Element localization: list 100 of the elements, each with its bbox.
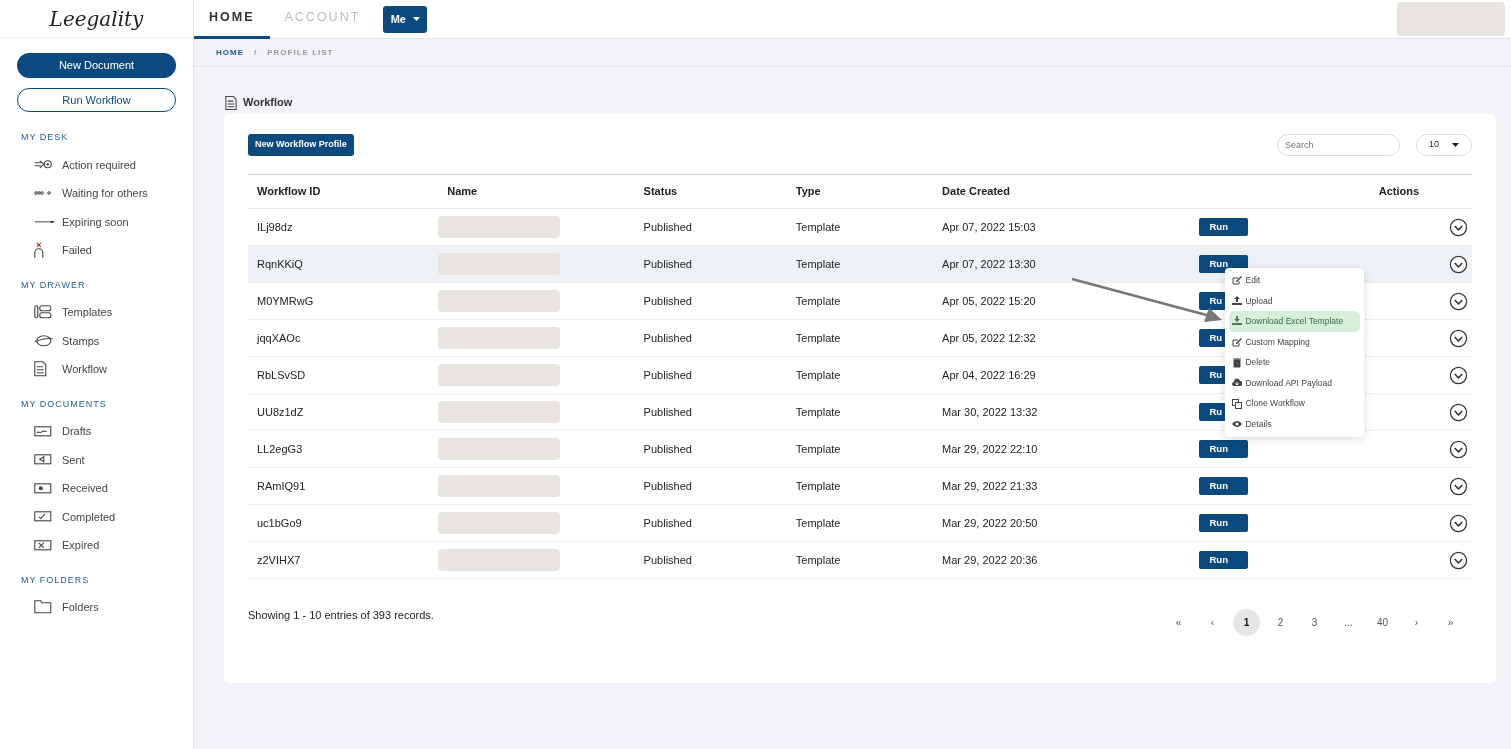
nav-tab[interactable]: HOME: [194, 0, 270, 39]
table-cell: Published: [634, 393, 787, 431]
table-cell: jqqXAOc: [248, 319, 426, 357]
caret-icon: [412, 16, 420, 22]
table-cell: uc1bGo9: [248, 504, 426, 542]
page-link[interactable]: 3: [1301, 609, 1328, 636]
person-cross-icon: [34, 241, 44, 259]
table-cell: LL2egG3: [248, 430, 426, 468]
table-cell: UU8z1dZ: [248, 393, 426, 431]
sidebar-item-label[interactable]: Action required: [62, 156, 136, 173]
table-cell: Template: [786, 430, 934, 468]
new-workflow-profile-button[interactable]: New Workflow Profile: [248, 134, 354, 156]
trash-icon: [1232, 357, 1243, 368]
section-heading: MY DESK: [21, 131, 70, 144]
eye-icon: [1232, 419, 1243, 430]
page-size-select[interactable]: 10: [1416, 134, 1472, 156]
folder-icon: [34, 600, 52, 615]
table-cell: Published: [634, 245, 787, 283]
page-title: Workflow: [243, 95, 293, 111]
run-button[interactable]: Run: [1199, 477, 1249, 496]
dots-icon: [34, 191, 51, 196]
column-header: Actions: [1345, 174, 1472, 209]
page-link[interactable]: ›: [1403, 609, 1430, 636]
chevron-down-icon[interactable]: [1448, 513, 1468, 533]
run-button[interactable]: Run: [1199, 551, 1249, 570]
breadcrumb-current: PROFILE LIST: [267, 46, 334, 59]
table-cell: RbLSvSD: [248, 356, 426, 394]
table-cell: RqnKKiQ: [248, 245, 426, 283]
table-cell: Published: [634, 430, 787, 468]
table-cell: Template: [786, 393, 934, 431]
download-icon: [1232, 316, 1243, 327]
column-header: Name: [425, 174, 635, 209]
chevron-down-icon[interactable]: [1448, 291, 1468, 311]
sidebar-item-label[interactable]: Completed: [62, 508, 116, 525]
page-link[interactable]: ...: [1335, 609, 1362, 636]
page-link[interactable]: »: [1437, 609, 1464, 636]
menu-item[interactable]: Download Excel Template: [1229, 311, 1361, 332]
table-cell: Mar 29, 2022 20:50: [933, 504, 1191, 542]
sidebar-item-label[interactable]: Received: [62, 480, 108, 497]
envelope-icon: [34, 511, 52, 523]
table-cell: Template: [786, 208, 934, 246]
table-cell: Template: [786, 467, 934, 505]
run-button[interactable]: Run: [1199, 255, 1249, 274]
table-cell: Template: [786, 282, 934, 320]
page-link[interactable]: 2: [1267, 609, 1294, 636]
page-link[interactable]: ‹: [1199, 609, 1226, 636]
envelope-icon: [34, 425, 52, 437]
table-cell: ILj98dz: [248, 208, 426, 246]
chevron-down-icon[interactable]: [1448, 476, 1468, 496]
column-header: Workflow ID: [248, 174, 426, 209]
chevron-down-icon[interactable]: [1448, 439, 1468, 459]
chevron-down-icon[interactable]: [1448, 365, 1468, 385]
section-heading: MY DOCUMENTS: [21, 397, 108, 411]
table-cell: Template: [786, 356, 934, 394]
line-icon: [34, 220, 55, 223]
breadcrumb-link[interactable]: HOME: [216, 46, 244, 59]
chevron-down-icon[interactable]: [1448, 217, 1468, 237]
sidebar-item-label[interactable]: Expiring soon: [62, 213, 129, 230]
sidebar-item-label[interactable]: Waiting for others: [62, 185, 148, 202]
sidebar-item-label[interactable]: Workflow: [62, 361, 108, 378]
chevron-down-icon[interactable]: [1448, 402, 1468, 422]
table-cell: Template: [786, 319, 934, 357]
caret-icon: [1452, 142, 1459, 148]
table-cell: Apr 05, 2022 12:32: [933, 319, 1191, 357]
table-cell: Mar 29, 2022 21:33: [933, 467, 1191, 505]
envelope-icon: [34, 454, 52, 466]
section-heading: MY FOLDERS: [21, 573, 91, 587]
table-cell: Template: [786, 541, 934, 579]
chevron-down-icon[interactable]: [1448, 550, 1468, 570]
user-menu-button[interactable]: Me: [383, 5, 428, 33]
sidebar-item-label[interactable]: Folders: [62, 599, 99, 616]
table-cell: Template: [786, 504, 934, 542]
page-link[interactable]: «: [1165, 609, 1192, 636]
sidebar-item-label[interactable]: Templates: [62, 304, 113, 321]
envelope-icon: [34, 482, 52, 494]
column-header: Status: [634, 174, 787, 209]
page-link[interactable]: 40: [1369, 609, 1396, 636]
run-button[interactable]: Run: [1199, 440, 1249, 459]
table-cell: Mar 29, 2022 20:36: [933, 541, 1191, 579]
sidebar-item-label[interactable]: Expired: [62, 537, 100, 554]
new-document-button[interactable]: New Document: [17, 53, 176, 78]
envelope-icon: [34, 539, 52, 551]
chevron-down-icon[interactable]: [1448, 254, 1468, 274]
run-button[interactable]: Run: [1199, 514, 1249, 533]
column-header: Date Created: [933, 174, 1191, 209]
search-field[interactable]: Search: [1277, 134, 1400, 156]
sidebar-item-label[interactable]: Sent: [62, 451, 85, 468]
table-cell: Published: [634, 504, 787, 542]
sidebar-item-label[interactable]: Drafts: [62, 423, 92, 440]
page-link[interactable]: 1: [1233, 609, 1260, 636]
table-cell: M0YMRwG: [248, 282, 426, 320]
run-button[interactable]: Run: [1199, 218, 1249, 237]
sidebar-item-label[interactable]: Failed: [62, 242, 92, 259]
entries-summary: Showing 1 - 10 entries of 393 records.: [248, 608, 434, 624]
chevron-down-icon[interactable]: [1448, 328, 1468, 348]
upload-icon: [1232, 295, 1243, 306]
document-icon: [34, 361, 47, 378]
run-workflow-button[interactable]: Run Workflow: [17, 87, 176, 112]
sidebar-item-label[interactable]: Stamps: [62, 332, 100, 349]
table-cell: Published: [634, 541, 787, 579]
